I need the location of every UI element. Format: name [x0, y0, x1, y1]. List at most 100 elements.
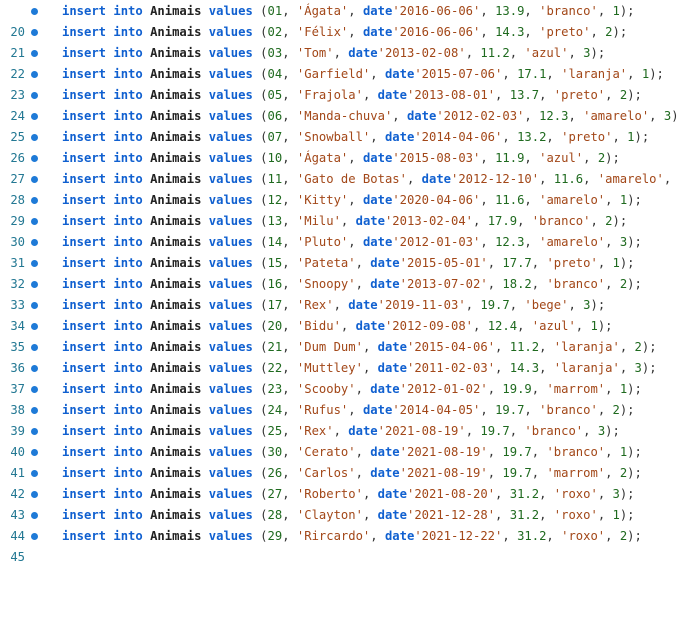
comma: ,	[480, 235, 495, 249]
sql-editor[interactable]: 20 insert into Animais values (01, 'Ágat…	[0, 0, 679, 551]
code-line[interactable]: 29 insert into Animais values (12, 'Kitt…	[0, 190, 679, 211]
keyword-values: values	[209, 256, 253, 270]
sql-statement: insert into Animais values (22, 'Muttley…	[62, 358, 657, 379]
comma: ,	[488, 445, 503, 459]
code-line[interactable]: 45 insert into Animais values (29, 'Rirc…	[0, 526, 679, 547]
code-line[interactable]: 24 insert into Animais values (05, 'Fraj…	[0, 85, 679, 106]
close-paren-semicolon: );	[649, 67, 664, 81]
breakpoint-dot-icon[interactable]	[31, 71, 38, 78]
breakpoint-dot-icon[interactable]	[31, 428, 38, 435]
code-line[interactable]: 32 insert into Animais values (15, 'Pate…	[0, 253, 679, 274]
comma: ,	[605, 235, 620, 249]
comma: ,	[524, 151, 539, 165]
comma: ,	[524, 403, 539, 417]
breakpoint-dot-icon[interactable]	[31, 281, 38, 288]
comma: ,	[282, 340, 297, 354]
code-line[interactable]: 28 insert into Animais values (11, 'Gato…	[0, 169, 679, 190]
code-line[interactable]: 26 insert into Animais values (07, 'Snow…	[0, 127, 679, 148]
code-line[interactable]: 31 insert into Animais values (14, 'Plut…	[0, 232, 679, 253]
value-id: 21	[268, 340, 283, 354]
keyword-values: values	[209, 445, 253, 459]
breakpoint-dot-icon[interactable]	[31, 323, 38, 330]
breakpoint-dot-icon[interactable]	[31, 8, 38, 15]
code-line[interactable]: 20 insert into Animais values (01, 'Ágat…	[0, 1, 679, 22]
value-id: 29	[268, 529, 283, 543]
value-weight: 17.9	[488, 214, 517, 228]
comma: ,	[539, 88, 554, 102]
breakpoint-dot-icon[interactable]	[31, 134, 38, 141]
code-line[interactable]: 42 insert into Animais values (26, 'Carl…	[0, 463, 679, 484]
code-line[interactable]: 44 insert into Animais values (28, 'Clay…	[0, 505, 679, 526]
code-line[interactable]: 41 insert into Animais values (30, 'Cera…	[0, 442, 679, 463]
breakpoint-dot-icon[interactable]	[31, 470, 38, 477]
value-date: '2013-02-04'	[385, 214, 473, 228]
breakpoint-dot-icon[interactable]	[31, 197, 38, 204]
value-color: 'laranja'	[554, 361, 620, 375]
breakpoint-dot-icon[interactable]	[31, 449, 38, 456]
table-name: Animais	[150, 172, 201, 186]
open-paren: (	[260, 46, 267, 60]
open-paren: (	[260, 424, 267, 438]
close-paren-semicolon: );	[605, 151, 620, 165]
breakpoint-dot-icon[interactable]	[31, 50, 38, 57]
code-line[interactable]: 36 insert into Animais values (21, 'Dum …	[0, 337, 679, 358]
comma: ,	[282, 487, 297, 501]
breakpoint-dot-icon[interactable]	[31, 533, 38, 540]
code-line[interactable]: 35 insert into Animais values (20, 'Bidu…	[0, 316, 679, 337]
code-line[interactable]: 40 insert into Animais values (25, 'Rex'…	[0, 421, 679, 442]
value-owner: 2	[605, 214, 612, 228]
comma: ,	[282, 466, 297, 480]
value-weight: 17.7	[502, 256, 531, 270]
code-line[interactable]: 43 insert into Animais values (27, 'Robe…	[0, 484, 679, 505]
value-name: 'Clayton'	[297, 508, 363, 522]
breakpoint-dot-icon[interactable]	[31, 491, 38, 498]
breakpoint-dot-icon[interactable]	[31, 407, 38, 414]
close-paren-semicolon: );	[620, 403, 635, 417]
keyword-date: date	[378, 88, 407, 102]
keyword-date: date	[385, 67, 414, 81]
keyword-insert: insert	[62, 298, 106, 312]
breakpoint-dot-icon[interactable]	[31, 92, 38, 99]
value-color: 'branco'	[539, 4, 598, 18]
breakpoint-dot-icon[interactable]	[31, 365, 38, 372]
table-name: Animais	[150, 193, 201, 207]
value-color: 'marrom'	[546, 466, 605, 480]
code-line[interactable]: 30 insert into Animais values (13, 'Milu…	[0, 211, 679, 232]
keyword-date: date	[385, 529, 414, 543]
code-line[interactable]: 27 insert into Animais values (10, 'Ágat…	[0, 148, 679, 169]
breakpoint-dot-icon[interactable]	[31, 302, 38, 309]
breakpoint-dot-icon[interactable]	[31, 155, 38, 162]
value-owner: 3	[635, 361, 642, 375]
keyword-date: date	[363, 193, 392, 207]
breakpoint-dot-icon[interactable]	[31, 113, 38, 120]
breakpoint-dot-icon[interactable]	[31, 29, 38, 36]
open-paren: (	[260, 151, 267, 165]
code-line[interactable]: 22 insert into Animais values (03, 'Tom'…	[0, 43, 679, 64]
code-line[interactable]: 23 insert into Animais values (04, 'Garf…	[0, 64, 679, 85]
value-weight: 19.7	[502, 466, 531, 480]
breakpoint-dot-icon[interactable]	[31, 512, 38, 519]
code-line[interactable]: 37 insert into Animais values (22, 'Mutt…	[0, 358, 679, 379]
keyword-values: values	[209, 46, 253, 60]
code-line[interactable]: 25 insert into Animais values (06, 'Mand…	[0, 106, 679, 127]
comma: ,	[282, 508, 297, 522]
close-paren-semicolon: );	[642, 361, 657, 375]
breakpoint-dot-icon[interactable]	[31, 386, 38, 393]
sql-statement: insert into Animais values (21, 'Dum Dum…	[62, 337, 657, 358]
code-line[interactable]: 34 insert into Animais values (17, 'Rex'…	[0, 295, 679, 316]
comma: ,	[539, 508, 554, 522]
breakpoint-dot-icon[interactable]	[31, 344, 38, 351]
breakpoint-dot-icon[interactable]	[31, 260, 38, 267]
code-line[interactable]: 33 insert into Animais values (16, 'Snoo…	[0, 274, 679, 295]
breakpoint-dot-icon[interactable]	[31, 218, 38, 225]
code-line[interactable]: 38 insert into Animais values (23, 'Scoo…	[0, 379, 679, 400]
value-color: 'azul'	[532, 319, 576, 333]
code-line[interactable]: 21 insert into Animais values (02, 'Féli…	[0, 22, 679, 43]
breakpoint-dot-icon[interactable]	[31, 239, 38, 246]
code-line[interactable]: 39 insert into Animais values (24, 'Rufu…	[0, 400, 679, 421]
value-date: '2012-09-08'	[385, 319, 473, 333]
comma: ,	[495, 487, 510, 501]
breakpoint-dot-icon[interactable]	[31, 176, 38, 183]
keyword-insert: insert	[62, 88, 106, 102]
comma: ,	[517, 319, 532, 333]
